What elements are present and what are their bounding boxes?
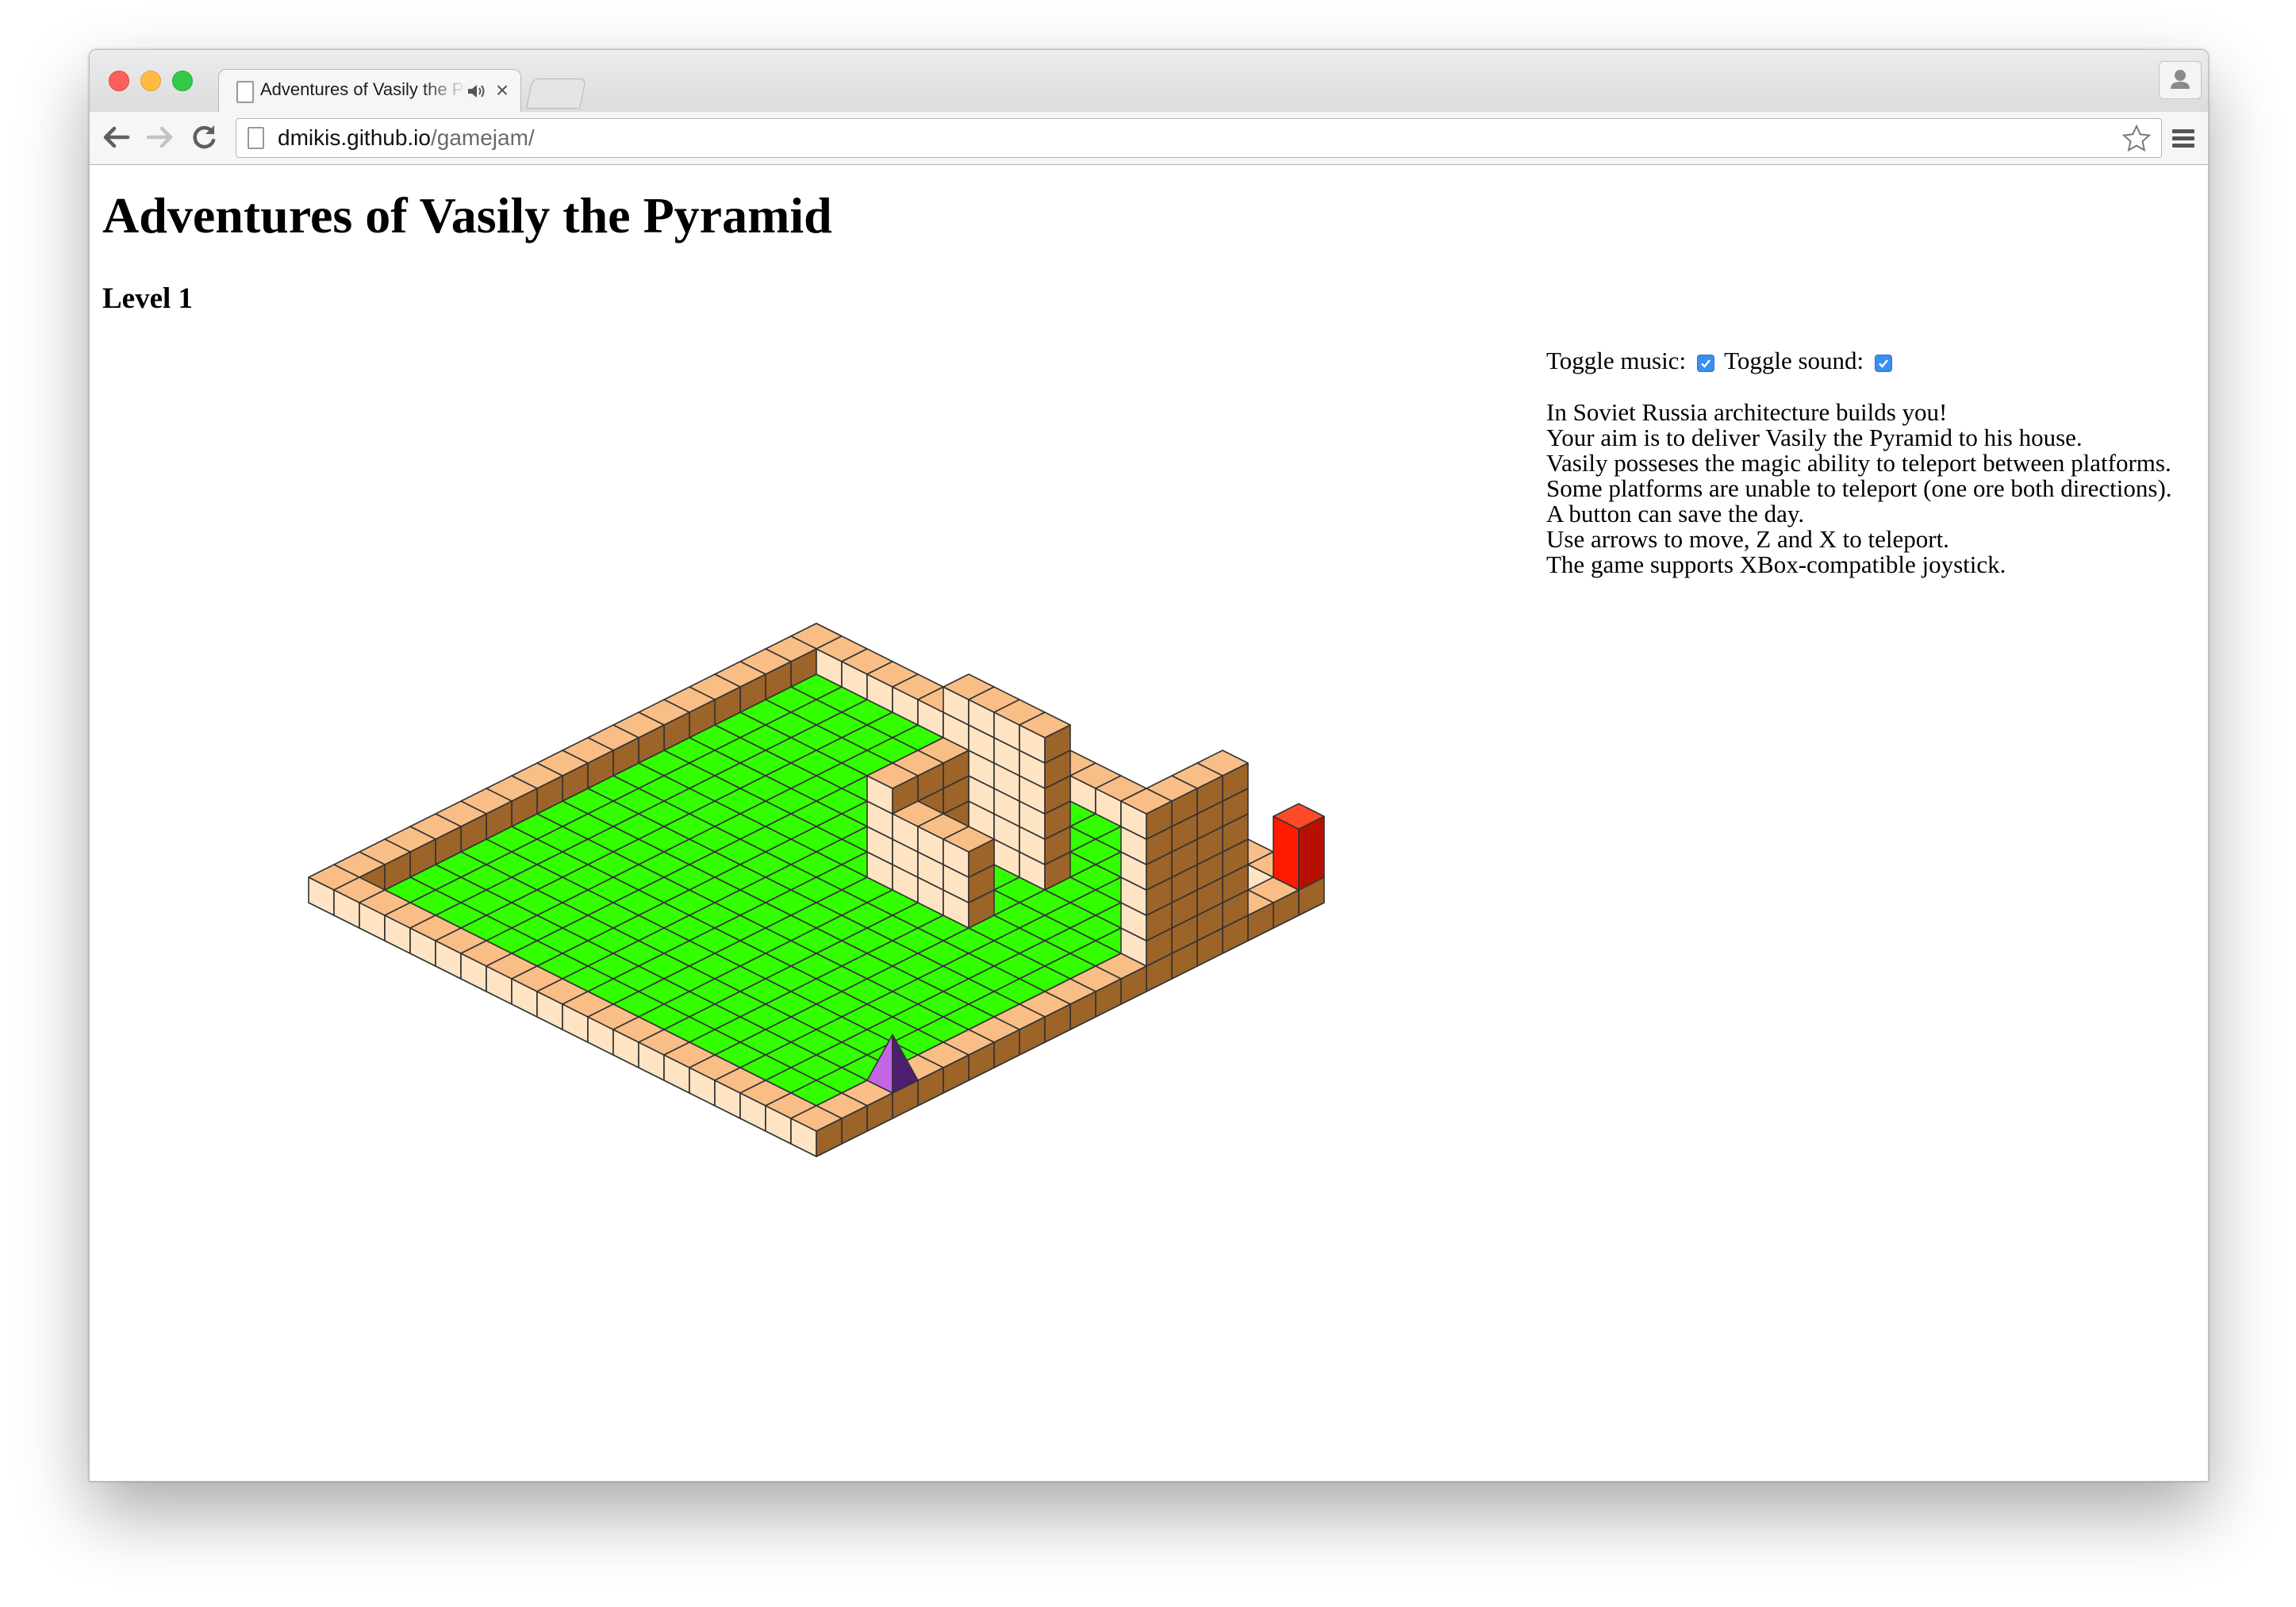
music-checkbox[interactable] (1697, 354, 1715, 372)
instruction-line: Some platforms are unable to teleport (o… (1546, 474, 2172, 502)
browser-toolbar: dmikis.github.io/gamejam/ (90, 112, 2208, 165)
page-icon (236, 81, 254, 103)
url-host: dmikis.github.io (278, 125, 431, 150)
sound-controls: Toggle music: Toggle sound: (1546, 341, 2205, 376)
instructions: In Soviet Russia architecture builds you… (1546, 400, 2205, 577)
checkmark-icon (1701, 359, 1710, 368)
person-icon (2171, 70, 2190, 89)
window-zoom-button[interactable] (172, 71, 193, 91)
tab-close-icon[interactable]: × (492, 76, 513, 105)
tab-title: Adventures of Vasily the Pyramid (260, 79, 466, 99)
side-panel: Toggle music: Toggle sound: In Soviet Rus… (1546, 341, 2205, 577)
speaker-icon[interactable] (466, 82, 486, 100)
sound-toggle-label: Toggle sound: (1724, 346, 1864, 374)
url-text: dmikis.github.io/gamejam/ (278, 126, 535, 150)
reload-icon[interactable] (188, 121, 220, 153)
page-icon (248, 127, 264, 149)
browser-tab[interactable]: Adventures of Vasily the Pyramid × (218, 69, 521, 113)
game-canvas[interactable] (102, 379, 1530, 1379)
back-arrow-icon[interactable] (101, 121, 132, 153)
menu-icon[interactable] (2168, 123, 2198, 153)
profile-button[interactable] (2159, 61, 2202, 99)
sound-checkbox[interactable] (1875, 354, 1893, 372)
page-title: Adventures of Vasily the Pyramid (102, 187, 832, 244)
address-bar[interactable]: dmikis.github.io/gamejam/ (236, 118, 2162, 158)
page-viewport: Adventures of Vasily the Pyramid Level 1… (90, 165, 2208, 1481)
window-minimize-button[interactable] (140, 71, 161, 91)
window-close-button[interactable] (109, 71, 129, 91)
instruction-line: Vasily posseses the magic ability to tel… (1546, 449, 2171, 477)
music-toggle-label: Toggle music: (1546, 346, 1687, 374)
instruction-line: Use arrows to move, Z and X to teleport. (1546, 525, 1949, 553)
forward-arrow-icon[interactable] (144, 121, 175, 153)
instruction-line: Your aim is to deliver Vasily the Pyrami… (1546, 424, 2083, 451)
url-path: /gamejam/ (430, 125, 535, 150)
bookmark-star-icon[interactable] (2121, 124, 2152, 152)
instruction-line: In Soviet Russia architecture builds you… (1546, 398, 1948, 426)
new-tab-button[interactable] (525, 79, 587, 109)
checkmark-icon (1879, 359, 1889, 368)
browser-window: Adventures of Vasily the Pyramid × (89, 49, 2209, 1482)
instruction-line: The game supports XBox-compatible joysti… (1546, 550, 2006, 578)
tab-strip: Adventures of Vasily the Pyramid × (90, 50, 2208, 113)
instruction-line: A button can save the day. (1546, 500, 1805, 527)
level-label: Level 1 (102, 282, 194, 315)
